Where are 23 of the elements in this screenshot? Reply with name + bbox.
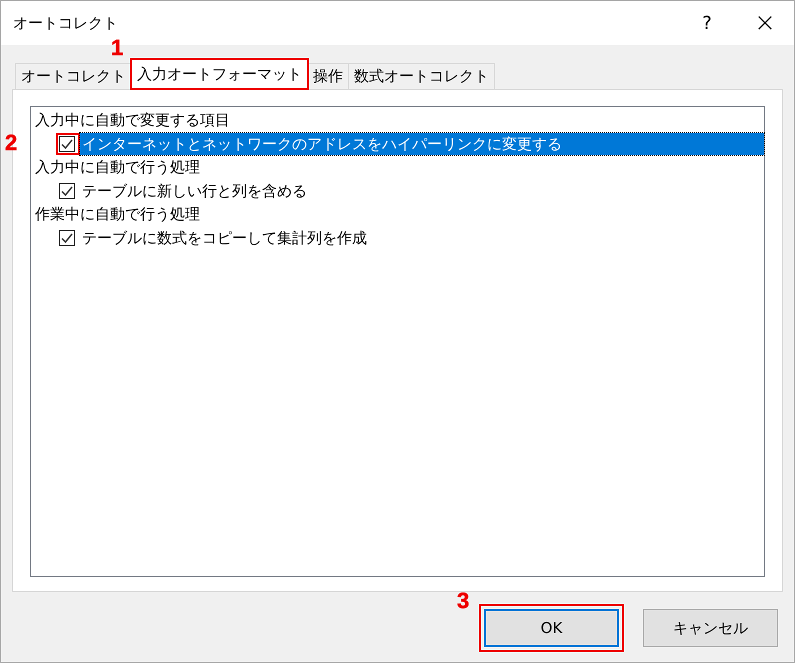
checkbox[interactable] xyxy=(59,136,75,152)
option-label[interactable]: テーブルに新しい行と列を含める xyxy=(80,180,309,202)
checkbox[interactable] xyxy=(59,183,75,199)
checkbox[interactable] xyxy=(59,230,75,246)
check-icon xyxy=(60,184,74,198)
group-heading: 入力中に自動で行う処理 xyxy=(35,157,200,178)
step-number: 3 xyxy=(457,588,470,614)
option-label[interactable]: インターネットとネットワークのアドレスをハイパーリンクに変更する xyxy=(80,133,764,155)
dialog-button[interactable]: キャンセル xyxy=(643,609,778,647)
close-button[interactable]: × xyxy=(736,1,794,45)
tab[interactable]: 数式オートコレクト xyxy=(348,63,495,89)
help-button[interactable]: ? xyxy=(678,1,736,45)
dialog-button[interactable]: OK xyxy=(484,609,619,647)
group-heading: 作業中に自動で行う処理 xyxy=(35,204,200,225)
step-number: 2 xyxy=(5,130,18,156)
check-icon xyxy=(60,137,74,151)
option-label[interactable]: テーブルに数式をコピーして集計列を作成 xyxy=(80,227,369,249)
group-heading: 入力中に自動で変更する項目 xyxy=(35,110,230,131)
step-number: 1 xyxy=(111,35,124,61)
window-title: オートコレクト xyxy=(13,14,118,32)
tab[interactable]: オートコレクト xyxy=(15,63,132,89)
check-icon xyxy=(60,231,74,245)
tab[interactable]: 入力オートフォーマット xyxy=(131,59,308,89)
